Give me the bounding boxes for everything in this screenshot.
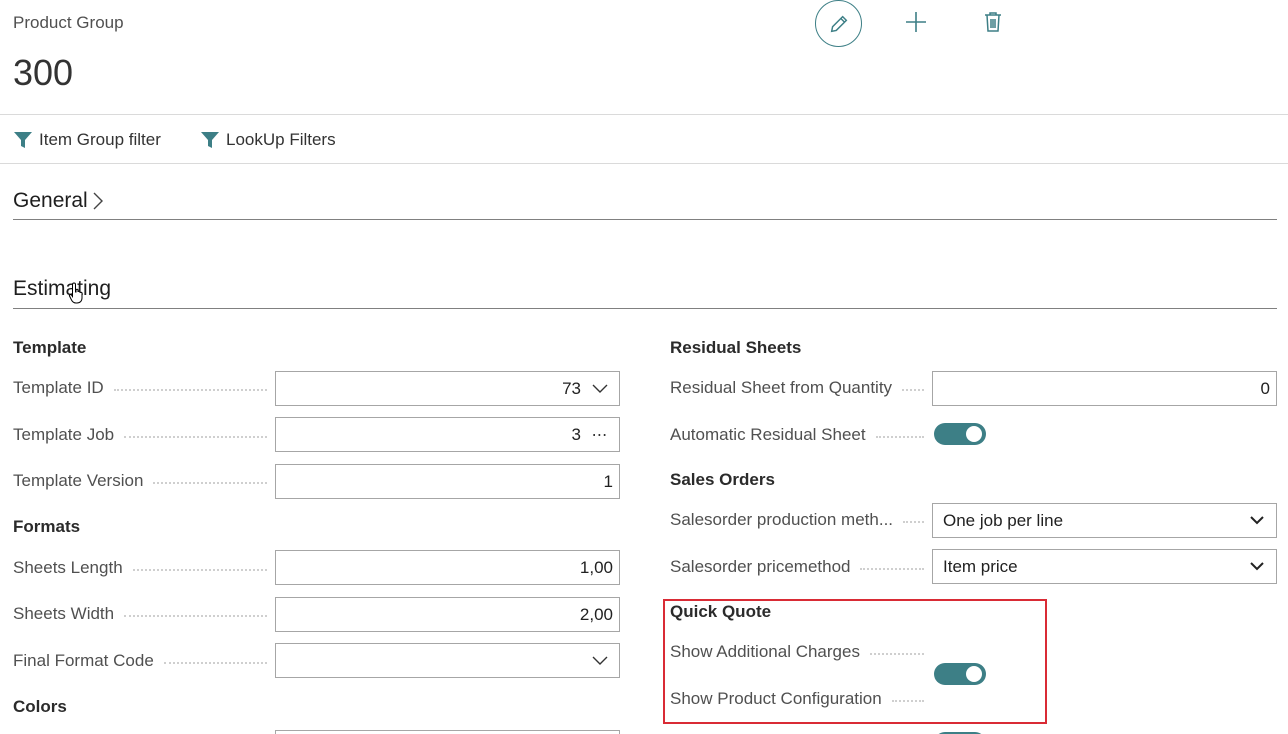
chevron-down-icon[interactable] (587, 384, 613, 394)
pencil-icon (830, 15, 847, 32)
final-format-code-field[interactable] (275, 643, 620, 678)
group-residual-heading: Residual Sheets (670, 338, 802, 357)
delete-button[interactable] (978, 7, 1008, 37)
filter-icon (14, 132, 32, 148)
field-label-text: Automatic Residual Sheet (670, 425, 866, 444)
trash-icon (985, 12, 1001, 32)
template-job-field[interactable]: 3 ⋯ (275, 417, 620, 452)
field-value: 3 (571, 424, 581, 444)
template-version-field[interactable]: 1 (275, 464, 620, 499)
new-button[interactable] (901, 7, 931, 37)
residual-from-quantity-field[interactable]: 0 (932, 371, 1277, 406)
dot-leader (875, 436, 924, 438)
quick-quote-highlight (663, 599, 1047, 724)
automatic-residual-label: Automatic Residual Sheet (670, 425, 932, 445)
hand-cursor-icon (68, 282, 83, 304)
chevron-down-icon (1244, 516, 1270, 525)
dot-leader (124, 615, 267, 617)
section-underline (13, 308, 1277, 309)
ellipsis-icon[interactable]: ⋯ (587, 425, 613, 445)
field-label-text: Template Version (13, 471, 144, 490)
field-label-text: Template ID (13, 378, 104, 397)
sheets-width-label: Sheets Width (13, 604, 275, 624)
section-general[interactable]: General (13, 189, 104, 213)
section-underline (13, 219, 1277, 220)
group-colors-heading: Colors (13, 697, 67, 716)
pricemethod-select[interactable]: Item price (932, 549, 1277, 584)
dot-leader (903, 521, 924, 523)
field-value: 1 (603, 471, 613, 491)
page-caption: Product Group (13, 13, 124, 32)
field-value: 2,00 (579, 604, 613, 624)
toggle-knob (966, 426, 982, 442)
field-value: 73 (562, 378, 581, 398)
plus-icon (906, 12, 926, 32)
section-title: Estimating (13, 277, 112, 300)
automatic-residual-toggle[interactable] (934, 423, 986, 445)
group-sales-orders-heading: Sales Orders (670, 470, 775, 489)
field-value: 0 (1260, 378, 1270, 398)
final-format-code-label: Final Format Code (13, 651, 275, 671)
chevron-right-icon (93, 192, 103, 210)
field-label-text: Salesorder pricemethod (670, 557, 851, 576)
residual-from-quantity-label: Residual Sheet from Quantity (670, 378, 932, 398)
field-label-text: Residual Sheet from Quantity (670, 378, 893, 397)
divider (0, 114, 1288, 115)
template-version-label: Template Version (13, 471, 275, 491)
pricemethod-label: Salesorder pricemethod (670, 557, 932, 577)
select-value: Item price (943, 556, 1018, 576)
dot-leader (153, 482, 267, 484)
divider (0, 163, 1288, 164)
dot-leader (124, 436, 267, 438)
field-label-text: Sheets Length (13, 558, 123, 577)
record-number: 300 (13, 52, 74, 93)
action-label: LookUp Filters (226, 130, 336, 149)
lookup-filters-action[interactable]: LookUp Filters (200, 130, 336, 150)
sheets-length-field[interactable]: 1,00 (275, 550, 620, 585)
dot-leader (902, 389, 924, 391)
chevron-down-icon[interactable] (587, 656, 613, 666)
field-label-text: Final Format Code (13, 651, 154, 670)
edit-button[interactable] (815, 0, 862, 47)
field-label-text: Salesorder production meth... (670, 510, 894, 529)
dot-leader (860, 568, 924, 570)
template-id-label: Template ID (13, 378, 275, 398)
production-method-label: Salesorder production meth... (670, 510, 932, 530)
section-title: General (13, 189, 88, 212)
field-value: 1,00 (579, 557, 613, 577)
template-id-field[interactable]: 73 (275, 371, 620, 406)
production-method-select[interactable]: One job per line (932, 503, 1277, 538)
select-value: One job per line (943, 510, 1064, 530)
colors-field-partial[interactable] (275, 730, 620, 734)
item-group-filter-action[interactable]: Item Group filter (13, 130, 161, 150)
field-label-text: Template Job (13, 425, 115, 444)
action-label: Item Group filter (39, 130, 161, 149)
group-template-heading: Template (13, 338, 87, 357)
sheets-length-label: Sheets Length (13, 558, 275, 578)
dot-leader (132, 569, 267, 571)
group-formats-heading: Formats (13, 517, 81, 536)
filter-icon (201, 132, 219, 148)
template-job-label: Template Job (13, 425, 275, 445)
chevron-down-icon (1244, 562, 1270, 571)
dot-leader (163, 662, 267, 664)
sheets-width-field[interactable]: 2,00 (275, 597, 620, 632)
dot-leader (113, 389, 267, 391)
field-label-text: Sheets Width (13, 604, 115, 623)
section-estimating[interactable]: Estimating (13, 277, 111, 301)
